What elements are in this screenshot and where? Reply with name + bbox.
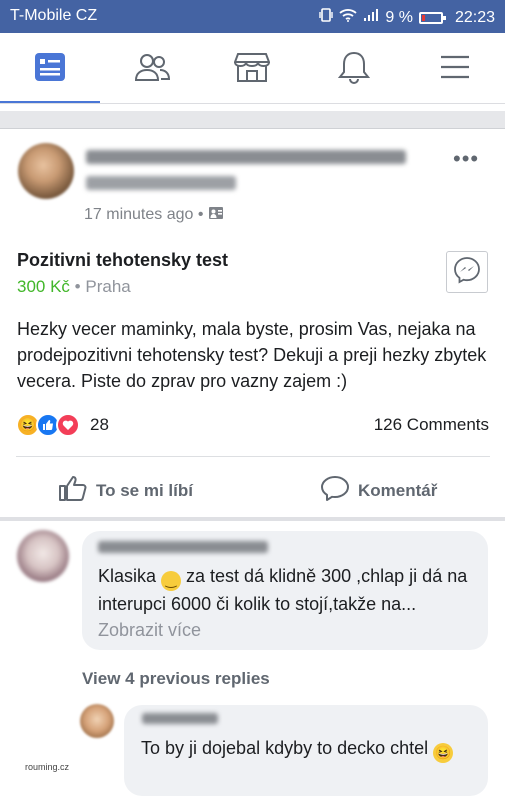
status-indicators: 9 % 22:23 <box>319 7 495 28</box>
watermark: rouming.cz <box>25 762 70 772</box>
see-more-link[interactable]: Zobrazit více <box>98 620 201 640</box>
post-time: 17 minutes ago <box>84 206 194 223</box>
reply-text-body: To by ji dojebal kdyby to decko chtel <box>141 738 429 758</box>
comment-button[interactable]: Komentář <box>320 474 437 507</box>
status-bar: T-Mobile CZ 9 % 22:23 <box>0 0 505 33</box>
top-navigation <box>0 33 505 103</box>
listing-price: 300 Kč <box>17 277 70 296</box>
comments-separator <box>0 517 505 521</box>
like-button[interactable]: To se mi líbí <box>58 474 193 507</box>
listing-price-location: 300 Kč • Praha <box>17 277 131 297</box>
reaction-count[interactable]: 28 <box>90 415 109 435</box>
listing-title: Pozitivni tehotensky test <box>17 250 229 270</box>
news-feed-icon[interactable] <box>30 49 70 85</box>
commenter-avatar[interactable] <box>17 530 69 582</box>
messenger-icon <box>453 256 481 289</box>
post-body: Hezky vecer maminky, mala byste, prosim … <box>17 319 487 391</box>
post-timestamp: 17 minutes ago • <box>84 206 224 224</box>
like-button-label: To se mi líbí <box>96 480 193 500</box>
post-options-icon[interactable]: ••• <box>453 146 479 172</box>
notifications-icon[interactable] <box>334 49 374 85</box>
comments-count[interactable]: 126 Comments <box>374 415 489 435</box>
commenter-name-redacted <box>98 541 268 553</box>
menu-icon[interactable] <box>435 49 475 85</box>
reaction-icons[interactable]: 😆 <box>16 413 80 437</box>
smiley-emoji-icon: ‿ <box>161 571 182 591</box>
battery-percent: 9 % <box>385 8 413 26</box>
love-reaction-icon <box>56 413 80 437</box>
feed-separator <box>0 111 505 128</box>
laughing-emoji-icon: 😆 <box>433 743 454 763</box>
messenger-button[interactable] <box>446 251 488 293</box>
comment-text-part1: Klasika <box>98 566 162 586</box>
reply-author-name-redacted <box>142 713 218 724</box>
comment-bubble-icon <box>320 474 350 507</box>
listing-location: Praha <box>85 277 131 296</box>
comment-text: Klasika ‿ za test dá klidně 300 ,chlap j… <box>98 563 478 643</box>
feed-separator-line <box>0 128 505 129</box>
groups-icon <box>208 206 224 223</box>
battery-icon <box>418 11 446 24</box>
carrier-name: T-Mobile CZ <box>10 7 98 24</box>
comment-button-label: Komentář <box>358 480 438 500</box>
author-name-redacted <box>86 150 406 164</box>
author-avatar[interactable] <box>18 143 74 199</box>
reply-text: To by ji dojebal kdyby to decko chtel 😆 <box>141 735 481 763</box>
friends-icon[interactable] <box>132 49 172 85</box>
vibrate-icon <box>319 7 334 28</box>
thumbs-up-icon <box>58 474 88 507</box>
signal-icon <box>363 8 379 27</box>
clock: 22:23 <box>454 8 495 26</box>
actions-divider <box>16 456 490 457</box>
marketplace-icon[interactable] <box>232 49 272 85</box>
wifi-icon <box>339 8 357 27</box>
price-separator: • <box>74 277 81 296</box>
view-previous-replies-link[interactable]: View 4 previous replies <box>82 669 270 689</box>
nav-divider <box>0 103 505 104</box>
reply-author-avatar[interactable] <box>80 704 114 738</box>
group-name-redacted <box>86 176 236 190</box>
